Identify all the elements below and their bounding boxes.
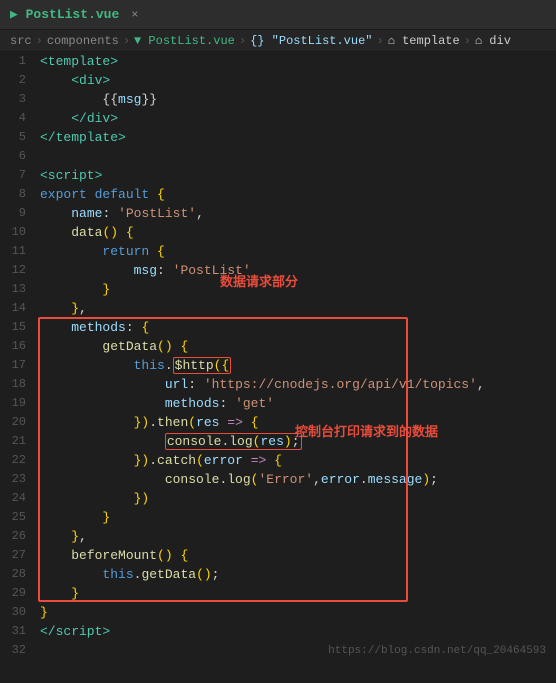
close-icon[interactable]: × [131,8,138,22]
breadcrumb: src › components › ▼ PostList.vue › {} "… [0,30,556,52]
code-line-12: 12 msg: 'PostList' [0,261,556,280]
code-line-11: 11 return { [0,242,556,261]
code-line-17: 17 this.$http({ [0,356,556,375]
code-line-33: 33 <style scoped> [0,660,556,661]
bc-div: ⌂ div [475,34,511,48]
code-line-15: 15 methods: { [0,318,556,337]
bc-postlist: ▼ PostList.vue [134,34,235,48]
code-line-29: 29 } [0,584,556,603]
code-line-23: 23 console.log('Error',error.message); [0,470,556,489]
code-area: 1 <template> 2 <div> 3 {{msg}} 4 </div> … [0,52,556,661]
code-line-21: 21 console.log(res); [0,432,556,451]
code-line-20: 20 }).then(res => { [0,413,556,432]
code-line-18: 18 url: 'https://cnodejs.org/api/v1/topi… [0,375,556,394]
code-line-24: 24 }) [0,489,556,508]
code-line-1: 1 <template> [0,52,556,71]
title-bar: ▶ PostList.vue × [0,0,556,30]
code-line-25: 25 } [0,508,556,527]
code-line-8: 8 export default { [0,185,556,204]
footer-url: https://blog.csdn.net/qq_20464593 [328,645,546,657]
bc-template: ⌂ template [388,34,460,48]
code-line-26: 26 }, [0,527,556,546]
code-line-5: 5 </template> [0,128,556,147]
code-line-30: 30 } [0,603,556,622]
code-line-9: 9 name: 'PostList', [0,204,556,223]
bc-components: components [47,34,119,48]
bc-object: {} "PostList.vue" [250,34,372,48]
code-line-3: 3 {{msg}} [0,90,556,109]
code-line-6: 6 [0,147,556,166]
code-line-2: 2 <div> [0,71,556,90]
code-line-14: 14 }, [0,299,556,318]
code-line-22: 22 }).catch(error => { [0,451,556,470]
title-bar-logo: ▶ PostList.vue [10,7,119,22]
code-line-28: 28 this.getData(); [0,565,556,584]
code-line-16: 16 getData() { [0,337,556,356]
bc-src: src [10,34,32,48]
code-line-31: 31 </script> [0,622,556,641]
code-line-13: 13 } [0,280,556,299]
code-line-10: 10 data() { [0,223,556,242]
code-line-7: 7 <script> [0,166,556,185]
code-line-19: 19 methods: 'get' [0,394,556,413]
code-line-27: 27 beforeMount() { [0,546,556,565]
code-line-4: 4 </div> [0,109,556,128]
